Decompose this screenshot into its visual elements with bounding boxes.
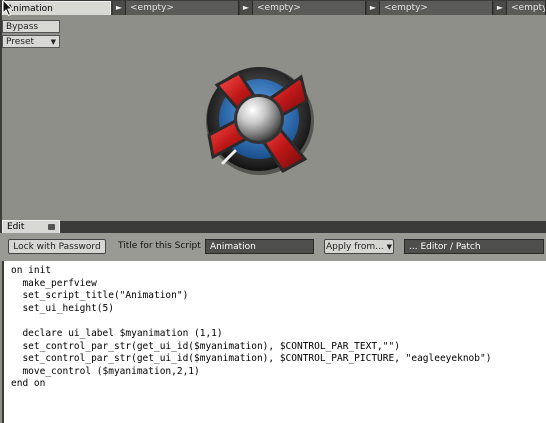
script-code-editor[interactable]: on init make_perfview set_script_title("… [2,261,546,423]
title-label: Title for this Script [118,241,201,251]
script-tab-empty-4[interactable]: <empty> [507,1,546,15]
script-tab-empty-3[interactable]: <empty> [380,1,493,15]
code-line: set_control_par_str(get_ui_id($myanimati… [11,353,492,365]
code-line: make_perfview [11,277,97,289]
code-line: set_ui_height(5) [11,302,114,314]
code-line: declare ui_label $myanimation (1,1) [11,327,223,339]
edit-tab[interactable]: Edit [2,220,60,233]
apply-from-label: Apply from... [325,242,384,252]
preset-dropdown[interactable]: Preset ▼ [2,35,60,48]
code-line: set_script_title("Animation") [11,290,189,302]
code-line: end on [11,378,46,390]
mouse-cursor-icon [2,0,14,17]
apply-from-dropdown[interactable]: Apply from... ▼ [324,239,394,254]
tab-arrow-icon[interactable]: ► [494,1,507,15]
bypass-label: Bypass [6,22,39,32]
script-title-input[interactable]: Animation [205,239,314,254]
code-line: move_control ($myanimation,2,1) [11,365,200,377]
chevron-down-icon: ▼ [50,38,56,46]
code-line: on init [11,265,52,276]
script-tab-empty-1[interactable]: <empty> [126,1,239,15]
bypass-button[interactable]: Bypass [2,20,60,33]
editor-patch-field[interactable]: ... Editor / Patch [404,239,544,254]
edit-tab-label: Edit [7,222,25,232]
script-tab-empty-2[interactable]: <empty> [253,1,366,15]
tab-arrow-icon[interactable]: ► [240,1,253,15]
minimize-icon[interactable] [48,224,55,230]
preset-label: Preset [6,37,35,47]
code-line: set_control_par_str(get_ui_id($myanimati… [11,340,400,352]
tab-arrow-icon[interactable]: ► [113,1,126,15]
chevron-down-icon: ▼ [386,243,393,251]
lock-with-password-button[interactable]: Lock with Password [8,239,106,254]
tab-arrow-icon[interactable]: ► [367,1,380,15]
eagleeye-knob-icon [206,67,314,175]
edit-bar [0,221,546,233]
script-tab-animation[interactable]: Animation [2,1,111,15]
